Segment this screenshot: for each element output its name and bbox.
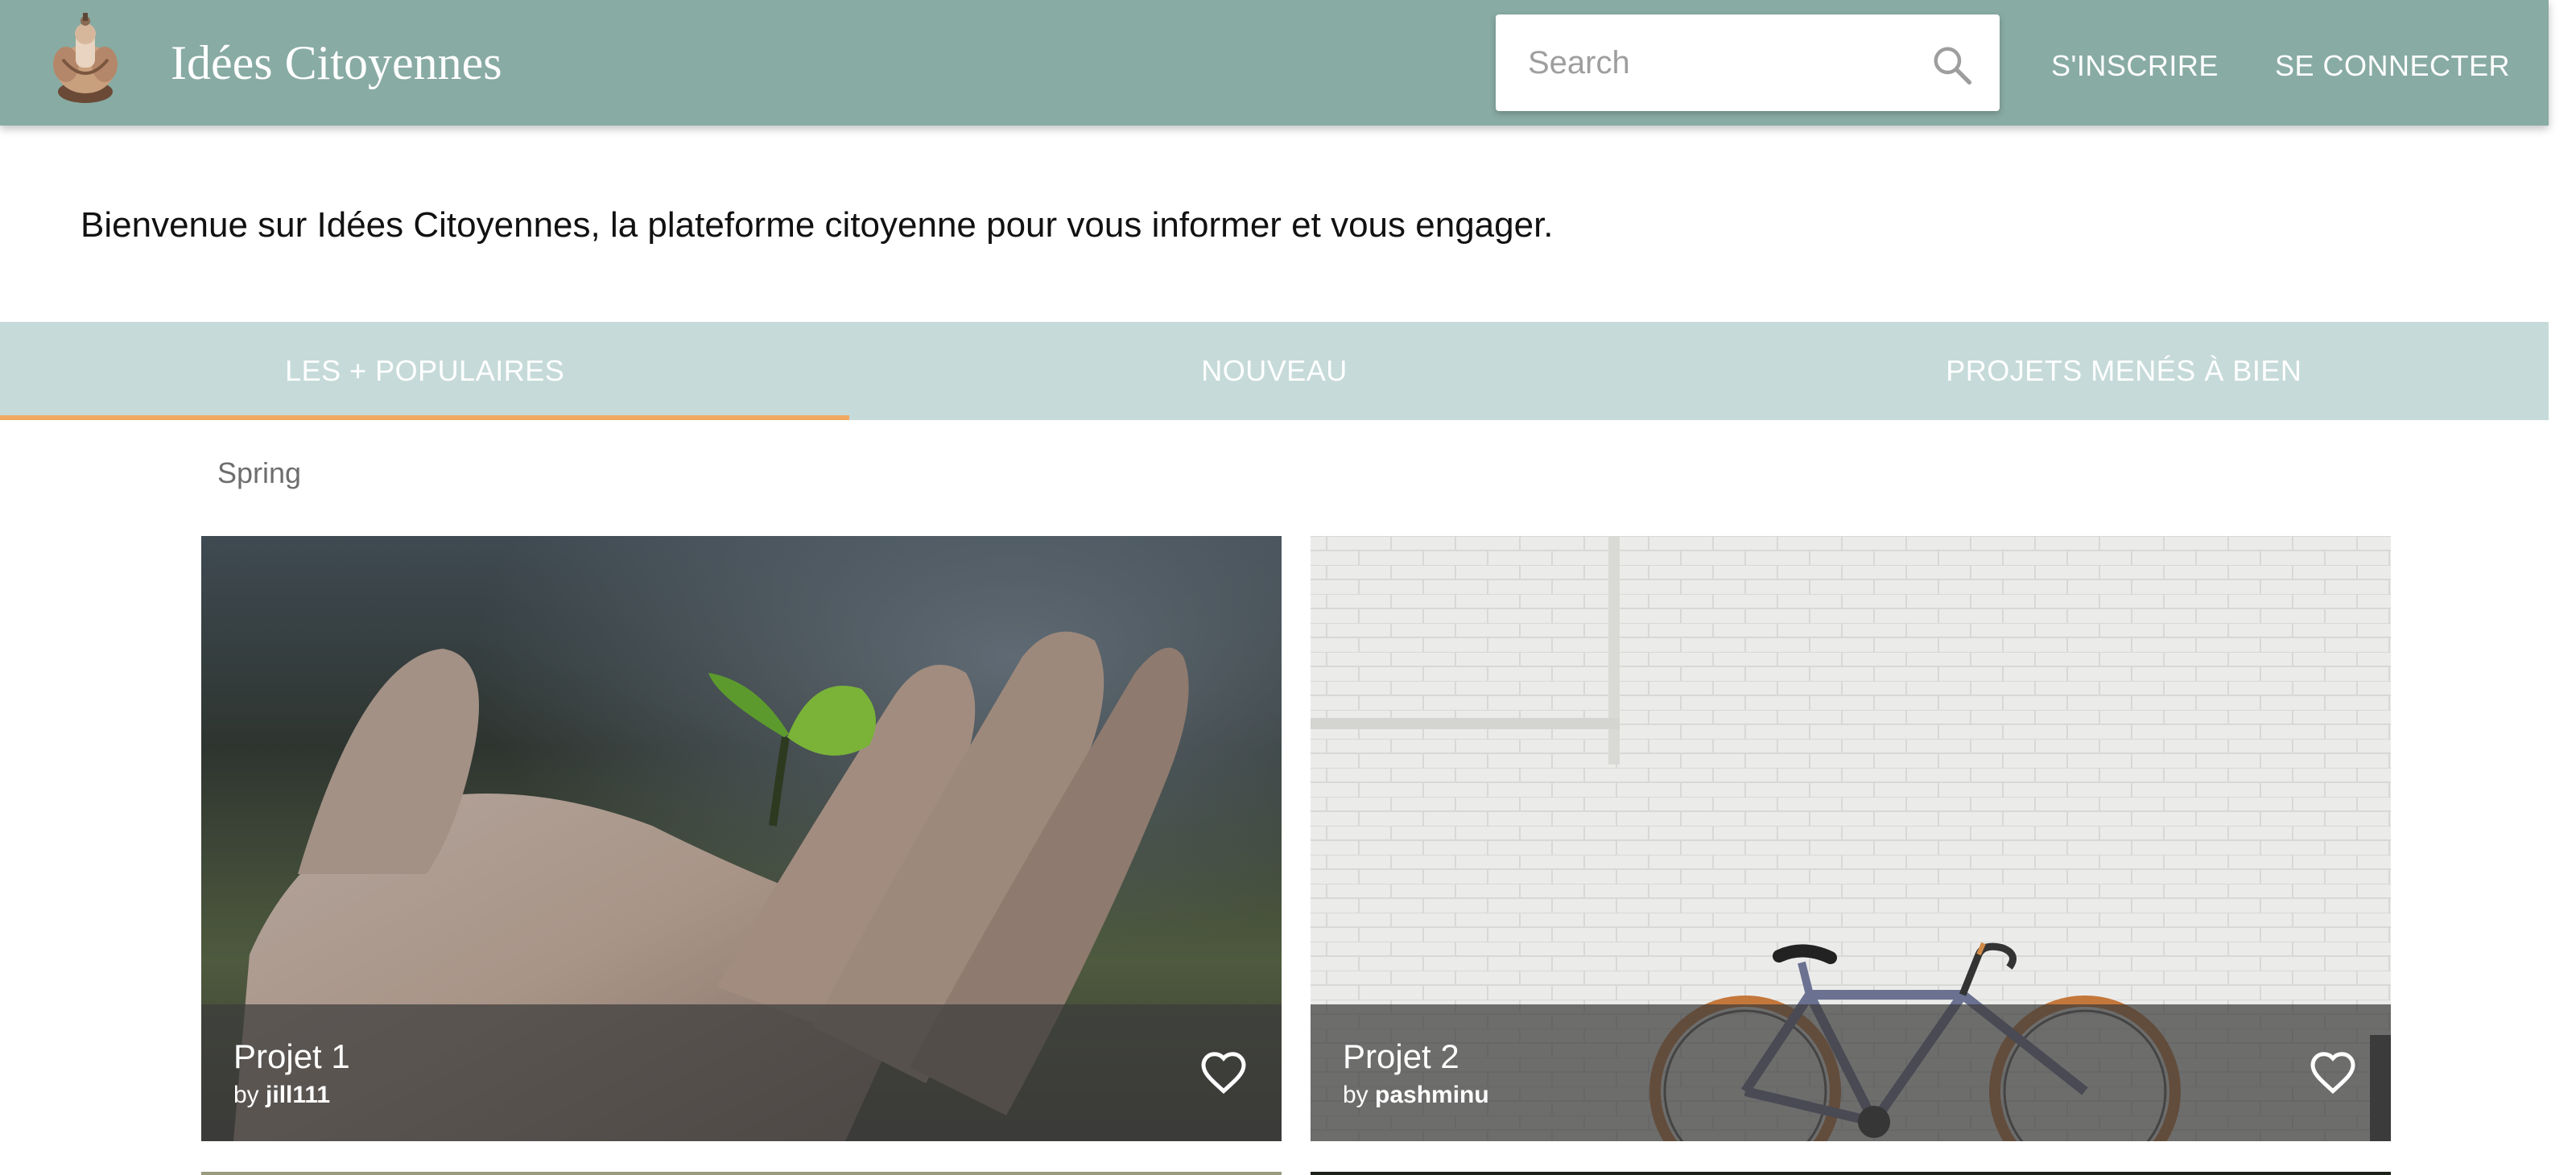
tab-label: NOUVEAU	[1201, 354, 1348, 387]
author-name[interactable]: jill111	[266, 1082, 330, 1108]
heart-outline-icon[interactable]	[2309, 1049, 2357, 1095]
author-prefix: by	[233, 1082, 259, 1108]
search-box[interactable]	[1496, 14, 2000, 111]
register-button[interactable]: S'INSCRIRE	[2051, 47, 2219, 85]
card-caption: Projet 2 by pashminu	[1311, 1004, 2391, 1141]
search-icon[interactable]	[1930, 43, 1974, 87]
project-card-next-row[interactable]	[1311, 1172, 2391, 1175]
app-bar: Idées Citoyennes S'INSCRIRE SE CONNECTER	[0, 0, 2549, 126]
logo-icon[interactable]	[43, 13, 127, 106]
project-card[interactable]: Projet 2 by pashminu	[1311, 536, 2391, 1141]
tab-completed-projects[interactable]: PROJETS MENÉS À BIEN	[1699, 322, 2549, 420]
card-author: by jill111	[233, 1080, 330, 1111]
card-caption: Projet 1 by jill111	[201, 1004, 1282, 1141]
tab-label: PROJETS MENÉS À BIEN	[1946, 354, 2302, 387]
active-tab-indicator	[0, 415, 850, 420]
heart-outline-icon[interactable]	[1199, 1049, 1248, 1095]
tab-bar: LES + POPULAIRES NOUVEAU PROJETS MENÉS À…	[0, 322, 2549, 420]
tab-new[interactable]: NOUVEAU	[849, 322, 1699, 420]
project-card[interactable]: Projet 1 by jill111	[201, 536, 1282, 1141]
login-button[interactable]: SE CONNECTER	[2275, 47, 2510, 85]
author-prefix: by	[1343, 1082, 1368, 1108]
welcome-text: Bienvenue sur Idées Citoyennes, la plate…	[80, 205, 1554, 245]
project-card-next-row[interactable]	[201, 1172, 1282, 1175]
tab-label: LES + POPULAIRES	[285, 354, 565, 387]
card-title[interactable]: Projet 1	[233, 1037, 350, 1077]
app-title[interactable]: Idées Citoyennes	[171, 32, 502, 93]
author-name[interactable]: pashminu	[1375, 1082, 1489, 1108]
search-input[interactable]	[1528, 31, 1898, 95]
card-title[interactable]: Projet 2	[1343, 1037, 1459, 1077]
category-label: Spring	[217, 456, 302, 489]
tab-popular[interactable]: LES + POPULAIRES	[0, 322, 850, 420]
card-author: by pashminu	[1343, 1080, 1489, 1111]
